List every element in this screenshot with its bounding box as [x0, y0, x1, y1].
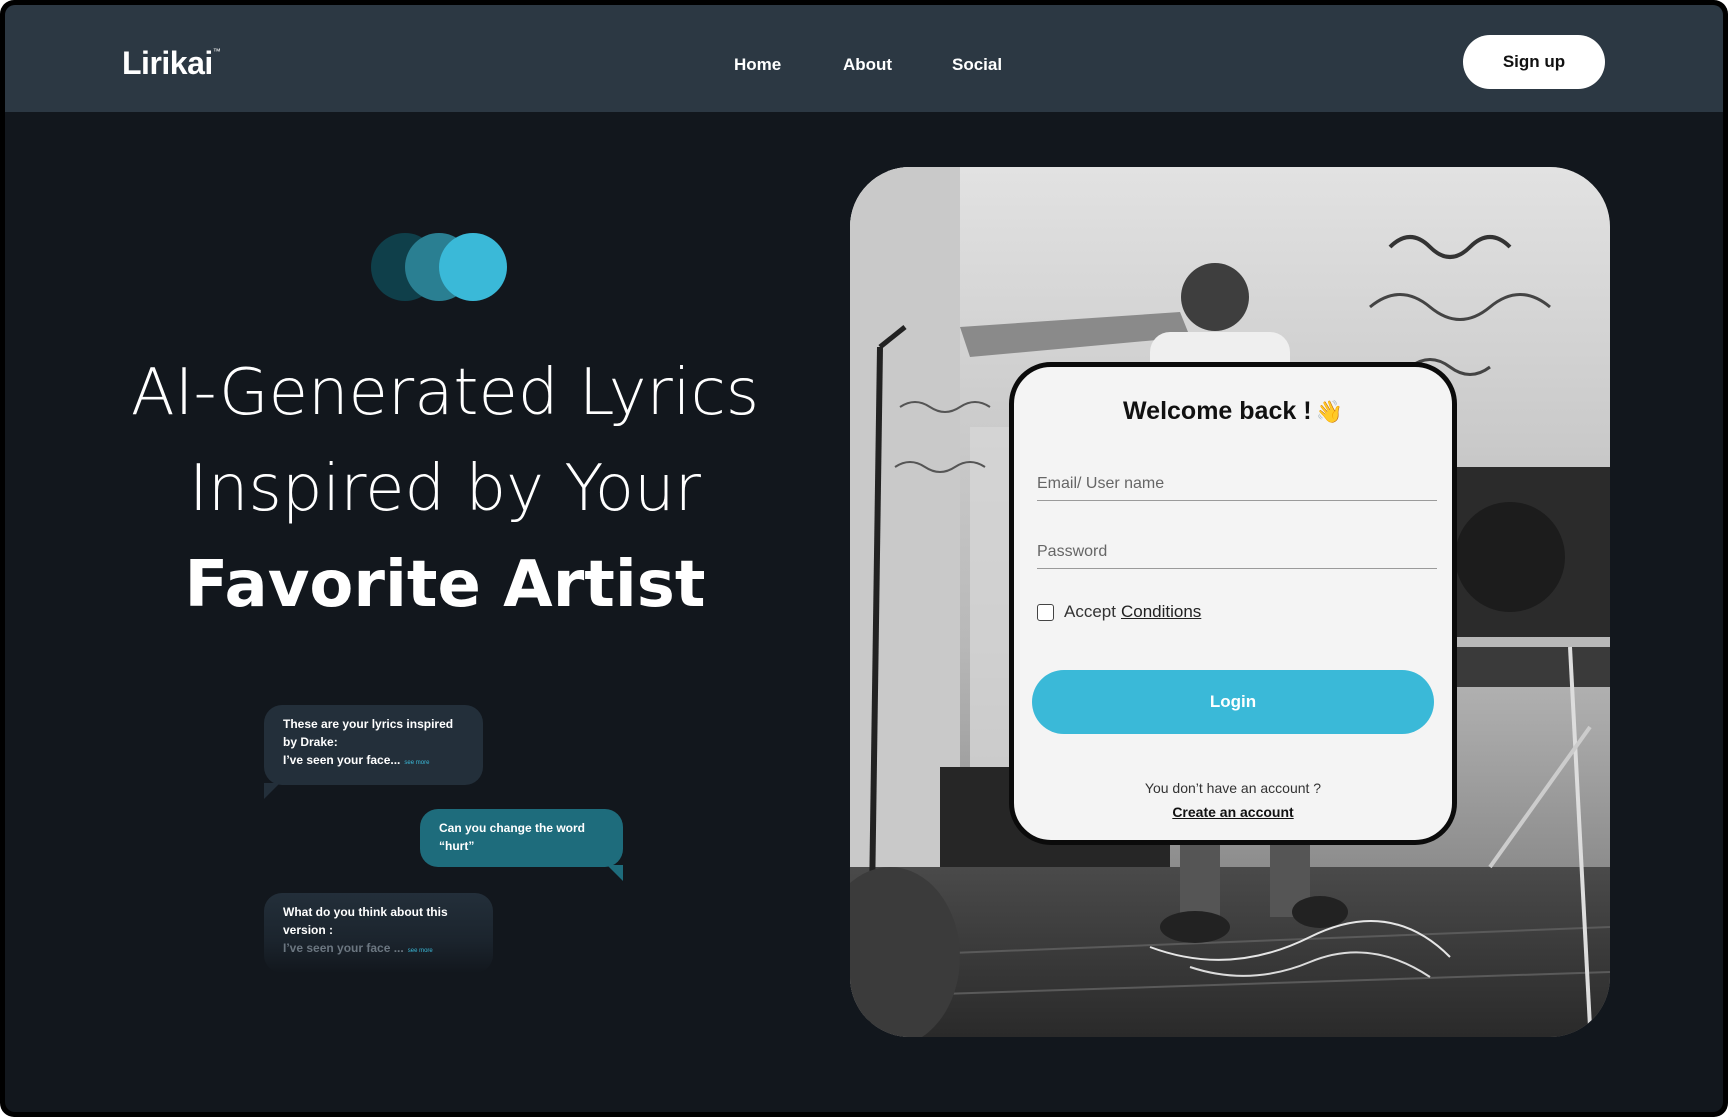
accept-conditions-checkbox[interactable]	[1037, 603, 1054, 621]
no-account-text: You don’t have an account ?	[1144, 780, 1322, 796]
page: Lirikai™ Home About Social Sign up AI-Ge…	[5, 5, 1723, 1112]
waving-hand-icon: 👋	[1315, 399, 1343, 424]
logo[interactable]: Lirikai™	[122, 45, 221, 82]
chat-bubble-version: What do you think about this version : I…	[264, 893, 493, 973]
create-account-link[interactable]: Create an account	[1014, 804, 1452, 820]
nav-home-link[interactable]: Home	[734, 55, 781, 75]
login-title-text: Welcome back !	[1123, 397, 1312, 425]
chat-bubble-user-request: Can you change the word “hurt”	[420, 809, 623, 881]
bubble3-line3-row: I’ve seen your face ... see more	[283, 939, 477, 960]
bubble3-line2: version :	[283, 923, 334, 937]
bubble3-line3: I’ve seen your face ...	[283, 941, 404, 955]
conditions-link[interactable]: Conditions	[1121, 602, 1201, 622]
bubble2-line2: “hurt”	[439, 839, 475, 853]
accept-label: Accept	[1064, 602, 1116, 621]
bubble1-line2: by Drake:	[283, 735, 338, 749]
sign-up-button[interactable]: Sign up	[1463, 35, 1605, 89]
see-more-link-2[interactable]: see more	[408, 948, 433, 954]
nav-about-link[interactable]: About	[843, 55, 892, 75]
trademark-mark: ™	[212, 47, 221, 56]
nav-social-link[interactable]: Social	[952, 55, 1002, 75]
hero-line-3: Favorite Artist	[184, 548, 706, 622]
login-card: Welcome back !👋 Accept Conditions Login …	[1009, 362, 1457, 845]
circle-light	[439, 233, 507, 301]
logo-text: Lirikai	[122, 45, 213, 81]
password-input[interactable]	[1037, 535, 1437, 569]
hero-line-1: AI-Generated Lyrics	[130, 356, 760, 430]
see-more-link[interactable]: see more	[404, 760, 429, 766]
brand-circles-graphic	[371, 233, 511, 303]
bubble2-line1: Can you change the word	[439, 821, 586, 835]
email-username-input[interactable]	[1037, 467, 1437, 501]
hero-line-2: Inspired by Your	[189, 452, 701, 526]
chat-bubble-lyrics: These are your lyrics inspired by Drake:…	[264, 705, 483, 799]
bubble1-line3-row: I’ve seen your face... see more	[283, 751, 467, 772]
bubble3-line1: What do you think about this	[283, 905, 448, 919]
login-title: Welcome back ! 👋	[1014, 397, 1452, 426]
login-button[interactable]: Login	[1032, 670, 1434, 734]
window-frame: Lirikai™ Home About Social Sign up AI-Ge…	[0, 0, 1728, 1117]
hero-heading: AI-Generated Lyrics Inspired by Your Fav…	[75, 345, 815, 633]
bubble1-line3: I’ve seen your face...	[283, 753, 401, 767]
accept-conditions-row: Accept Conditions	[1037, 602, 1201, 622]
top-navbar: Lirikai™ Home About Social Sign up	[5, 5, 1723, 112]
bubble1-line1: These are your lyrics inspired	[283, 717, 454, 731]
